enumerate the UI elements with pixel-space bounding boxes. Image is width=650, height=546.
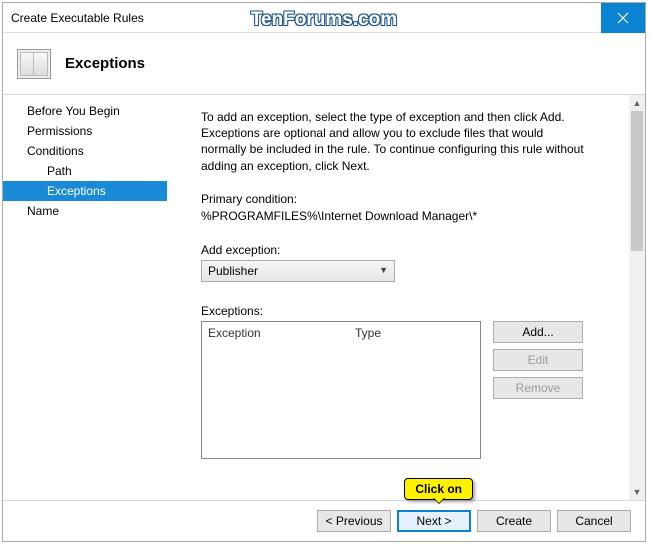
sidebar-item-name[interactable]: Name bbox=[3, 201, 167, 221]
scrollbar-thumb[interactable] bbox=[631, 111, 643, 251]
titlebar: Create Executable Rules bbox=[3, 3, 645, 33]
main-panel: To add an exception, select the type of … bbox=[167, 95, 645, 500]
next-button[interactable]: Next > bbox=[397, 510, 471, 532]
add-button[interactable]: Add... bbox=[493, 321, 583, 343]
chevron-down-icon: ▼ bbox=[379, 265, 388, 275]
list-header-row: Exception Type bbox=[202, 322, 480, 344]
sidebar-item-path[interactable]: Path bbox=[3, 161, 167, 181]
add-exception-label: Add exception: bbox=[201, 243, 625, 257]
exceptions-list-label: Exceptions: bbox=[201, 304, 625, 318]
main-scrollbar[interactable]: ▲ ▼ bbox=[629, 95, 645, 500]
create-button[interactable]: Create bbox=[477, 510, 551, 532]
remove-button: Remove bbox=[493, 377, 583, 399]
sidebar-item-conditions[interactable]: Conditions bbox=[3, 141, 167, 161]
sidebar-item-permissions[interactable]: Permissions bbox=[3, 121, 167, 141]
window-title: Create Executable Rules bbox=[3, 11, 601, 25]
exception-type-dropdown[interactable]: Publisher ▼ bbox=[201, 260, 395, 282]
annotation-callout: Click on bbox=[404, 478, 473, 500]
sidebar-item-exceptions[interactable]: Exceptions bbox=[3, 181, 167, 201]
description-text: To add an exception, select the type of … bbox=[201, 109, 591, 174]
wizard-steps-sidebar: Before You Begin Permissions Conditions … bbox=[3, 95, 167, 500]
close-button[interactable] bbox=[601, 3, 645, 33]
edit-button: Edit bbox=[493, 349, 583, 371]
scroll-up-icon[interactable]: ▲ bbox=[629, 95, 645, 111]
dialog-window: Create Executable Rules TenForums.com Ex… bbox=[2, 2, 646, 542]
primary-condition-value: %PROGRAMFILES%\Internet Download Manager… bbox=[201, 209, 625, 223]
wizard-footer: < Previous Next > Create Cancel bbox=[3, 500, 645, 541]
page-title: Exceptions bbox=[65, 55, 145, 72]
rules-icon bbox=[17, 49, 51, 79]
dropdown-value: Publisher bbox=[208, 264, 258, 278]
column-type[interactable]: Type bbox=[349, 326, 387, 340]
exceptions-listbox[interactable]: Exception Type bbox=[201, 321, 481, 459]
previous-button[interactable]: < Previous bbox=[317, 510, 391, 532]
sidebar-item-before-you-begin[interactable]: Before You Begin bbox=[3, 101, 167, 121]
scroll-down-icon[interactable]: ▼ bbox=[629, 484, 645, 500]
column-exception[interactable]: Exception bbox=[202, 326, 349, 340]
wizard-header: Exceptions bbox=[3, 33, 645, 95]
primary-condition-label: Primary condition: bbox=[201, 192, 625, 206]
cancel-button[interactable]: Cancel bbox=[557, 510, 631, 532]
